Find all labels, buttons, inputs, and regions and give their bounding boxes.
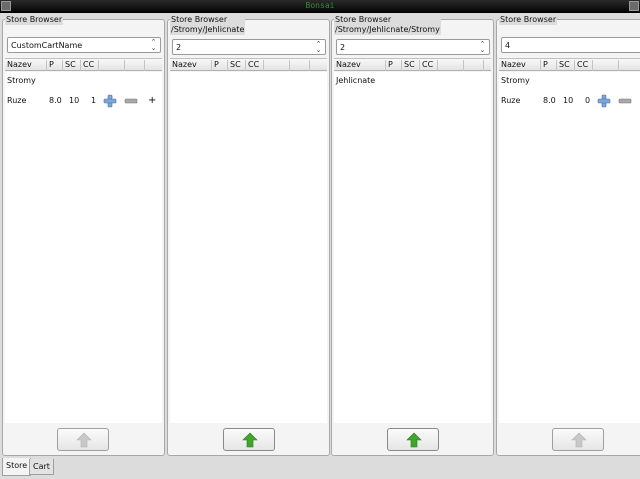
col-p[interactable]: P (541, 60, 557, 71)
up-button[interactable] (387, 428, 439, 451)
up-arrow-icon (76, 432, 92, 448)
window-title: Bonsai (305, 1, 335, 10)
window-close-button[interactable] (629, 1, 639, 11)
minus-icon[interactable] (618, 94, 632, 108)
table-row[interactable]: Ruze 8.0 10 0 (499, 94, 640, 108)
col-cc[interactable]: CC (575, 60, 593, 71)
table-header: Nazev P SC CC (499, 58, 640, 71)
col-p[interactable]: P (47, 60, 63, 71)
up-arrow-icon (406, 432, 422, 448)
up-button[interactable] (223, 428, 275, 451)
table-header: Nazev P SC CC (5, 58, 162, 71)
legend-title: Store Browser (335, 15, 392, 24)
col-blank (593, 60, 619, 71)
legend-title: Store Browser (6, 15, 63, 24)
legend-path: /Stromy/Jehlicnate/Stromy (335, 25, 440, 34)
legend-title: Store Browser (500, 15, 557, 24)
panel-legend: Store Browser /Stromy/Jehlicnate/Stromy (334, 15, 441, 35)
up-button[interactable] (552, 428, 604, 451)
tab-cart[interactable]: Cart (29, 459, 54, 475)
up-arrow-icon (242, 432, 258, 448)
col-nazev[interactable]: Nazev (170, 60, 212, 71)
store-browser-panel-4: 4 Nazev P SC CC Stromy Ruze 8.0 10 0 Sto… (496, 15, 640, 456)
plus-icon[interactable] (103, 94, 117, 108)
store-browser-panel-3: 2 ⌃ ⌄ Nazev P SC CC Jehlicnate Store Brow (331, 15, 494, 456)
tab-bar: Store Cart (0, 458, 640, 479)
item-p: 8.0 (543, 96, 556, 105)
plus-icon[interactable] (597, 94, 611, 108)
combo-value: 4 (505, 41, 511, 50)
item-sc: 10 (69, 96, 80, 105)
col-nazev[interactable]: Nazev (5, 60, 47, 71)
table-row[interactable]: Ruze 8.0 10 1 + (5, 94, 162, 108)
minus-icon[interactable] (124, 94, 138, 108)
col-cc[interactable]: CC (81, 60, 99, 71)
col-nazev[interactable]: Nazev (499, 60, 541, 71)
table-body[interactable]: Stromy Ruze 8.0 10 1 + (5, 72, 162, 423)
legend-path: /Stromy/Jehlicnate (171, 25, 245, 34)
list-item[interactable]: Jehlicnate (334, 74, 491, 88)
list-item[interactable]: Stromy (499, 74, 640, 88)
panel-frame: 4 Nazev P SC CC Stromy Ruze 8.0 10 0 (496, 19, 640, 456)
col-blank (290, 60, 310, 71)
cart-combo[interactable]: CustomCartName ⌃ ⌄ (7, 37, 161, 53)
category-name: Jehlicnate (336, 76, 376, 85)
table-body[interactable]: Jehlicnate (334, 72, 491, 423)
category-name: Stromy (501, 76, 530, 85)
panel-legend: Store Browser /Stromy/Jehlicnate (170, 15, 246, 35)
item-p: 8.0 (49, 96, 62, 105)
store-browser-panel-2: 2 ⌃ ⌄ Nazev P SC CC Store Browser /Stromy… (167, 15, 330, 456)
add-plain-button[interactable]: + (148, 95, 156, 106)
panel-frame: CustomCartName ⌃ ⌄ Nazev P SC CC Stromy R… (2, 19, 165, 456)
panel-frame: 2 ⌃ ⌄ Nazev P SC CC Jehlicnate (331, 19, 494, 456)
col-p[interactable]: P (386, 60, 402, 71)
col-blank (264, 60, 290, 71)
col-blank (464, 60, 484, 71)
cart-combo[interactable]: 4 (501, 37, 640, 53)
cart-combo[interactable]: 2 ⌃ ⌄ (172, 39, 326, 55)
table-header: Nazev P SC CC (170, 58, 327, 71)
list-item[interactable]: Stromy (5, 74, 162, 88)
col-blank (438, 60, 464, 71)
tab-store[interactable]: Store (2, 458, 32, 476)
item-cc: 1 (91, 96, 97, 105)
table-body[interactable]: Stromy Ruze 8.0 10 0 (499, 72, 640, 423)
combo-value: CustomCartName (11, 41, 83, 50)
col-cc[interactable]: CC (420, 60, 438, 71)
col-sc[interactable]: SC (228, 60, 246, 71)
col-sc[interactable]: SC (557, 60, 575, 71)
store-browser-panel-1: CustomCartName ⌃ ⌄ Nazev P SC CC Stromy R… (2, 15, 165, 456)
updown-arrows-icon: ⌃ ⌄ (479, 40, 486, 54)
col-sc[interactable]: SC (63, 60, 81, 71)
panel-legend: Store Browser (499, 15, 558, 25)
legend-title: Store Browser (171, 15, 228, 24)
col-blank (99, 60, 125, 71)
combo-value: 2 (340, 43, 346, 52)
col-sc[interactable]: SC (402, 60, 420, 71)
cart-combo[interactable]: 2 ⌃ ⌄ (336, 39, 490, 55)
up-arrow-icon (571, 432, 587, 448)
item-name: Ruze (7, 96, 27, 105)
up-button[interactable] (57, 428, 109, 451)
item-name: Ruze (501, 96, 521, 105)
table-body[interactable] (170, 72, 327, 423)
updown-arrows-icon: ⌃ ⌄ (315, 40, 322, 54)
category-name: Stromy (7, 76, 36, 85)
item-sc: 10 (563, 96, 574, 105)
panel-legend: Store Browser (5, 15, 64, 25)
item-cc: 0 (585, 96, 591, 105)
updown-arrows-icon: ⌃ ⌄ (150, 38, 157, 52)
title-bar[interactable]: Bonsai (0, 0, 640, 13)
col-p[interactable]: P (212, 60, 228, 71)
combo-value: 2 (176, 43, 182, 52)
panel-frame: 2 ⌃ ⌄ Nazev P SC CC (167, 19, 330, 456)
table-header: Nazev P SC CC (334, 58, 491, 71)
col-cc[interactable]: CC (246, 60, 264, 71)
col-nazev[interactable]: Nazev (334, 60, 386, 71)
app-window: Bonsai CustomCartName ⌃ ⌄ Nazev P SC CC S… (0, 0, 640, 479)
col-blank (125, 60, 145, 71)
